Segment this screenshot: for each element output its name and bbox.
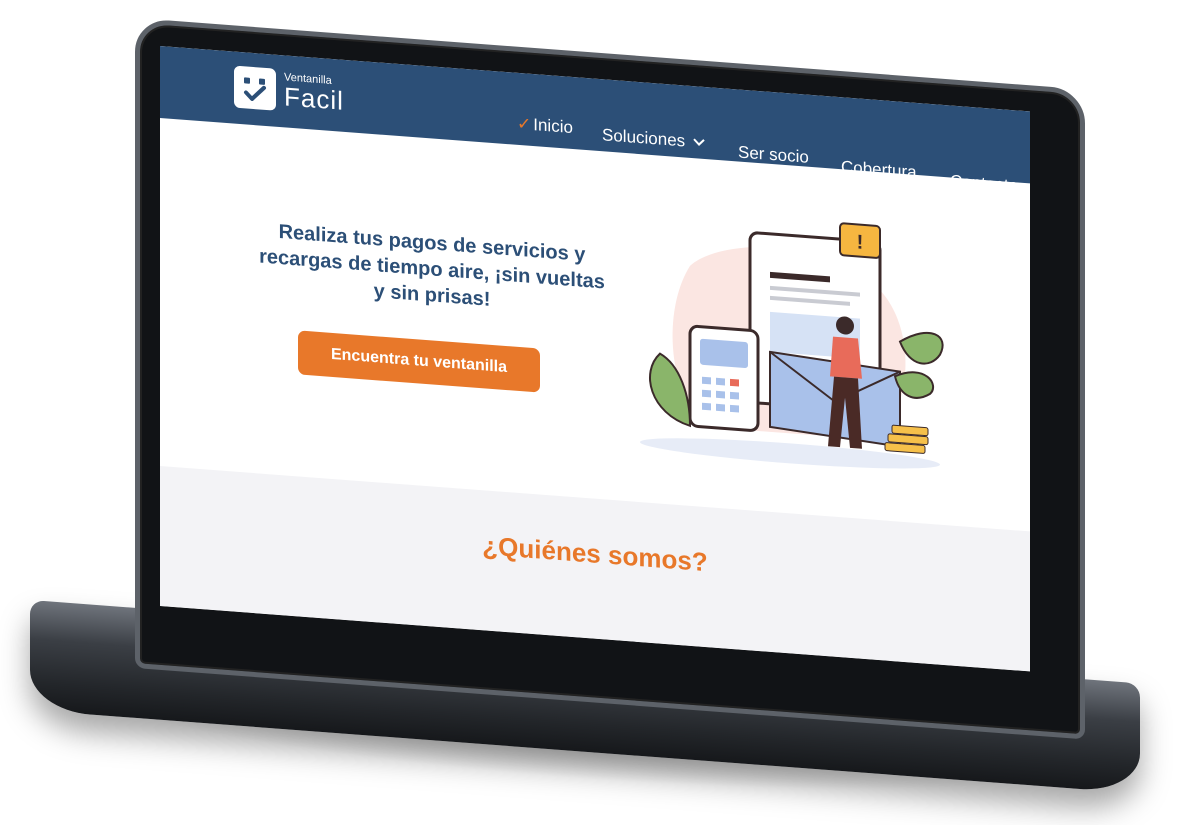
find-ventanilla-button[interactable]: Encuentra tu ventanilla — [298, 330, 540, 393]
nav-item-ser-socio[interactable]: Ser socio — [738, 142, 809, 167]
nav-item-label: Contacto — [950, 171, 1019, 196]
nav-item-contacto[interactable]: Contacto — [950, 171, 1018, 196]
hero-title: Realiza tus pagos de servicios y recarga… — [259, 220, 605, 311]
device-mockup: Ventanilla Facil ✓ Inicio Soluciones Ser … — [0, 0, 1200, 825]
about-title: ¿Quiénes somos? — [482, 530, 708, 578]
nav-item-soluciones[interactable]: Soluciones — [602, 125, 705, 153]
nav-item-label: Soluciones — [602, 125, 686, 151]
nav-item-label: Inicio — [533, 115, 573, 138]
svg-text:!: ! — [857, 231, 864, 253]
nav-item-cobertura[interactable]: Cobertura — [841, 157, 917, 183]
check-icon: ✓ — [517, 113, 532, 134]
nav-item-label: Cobertura — [841, 157, 917, 182]
nav-item-label: Ser socio — [738, 142, 809, 167]
hero-illustration: ! — [640, 222, 944, 469]
chevron-down-icon — [693, 138, 705, 146]
nav-item-inicio[interactable]: ✓ Inicio — [517, 114, 573, 138]
laptop-screen: Ventanilla Facil ✓ Inicio Soluciones Ser … — [160, 46, 1030, 672]
